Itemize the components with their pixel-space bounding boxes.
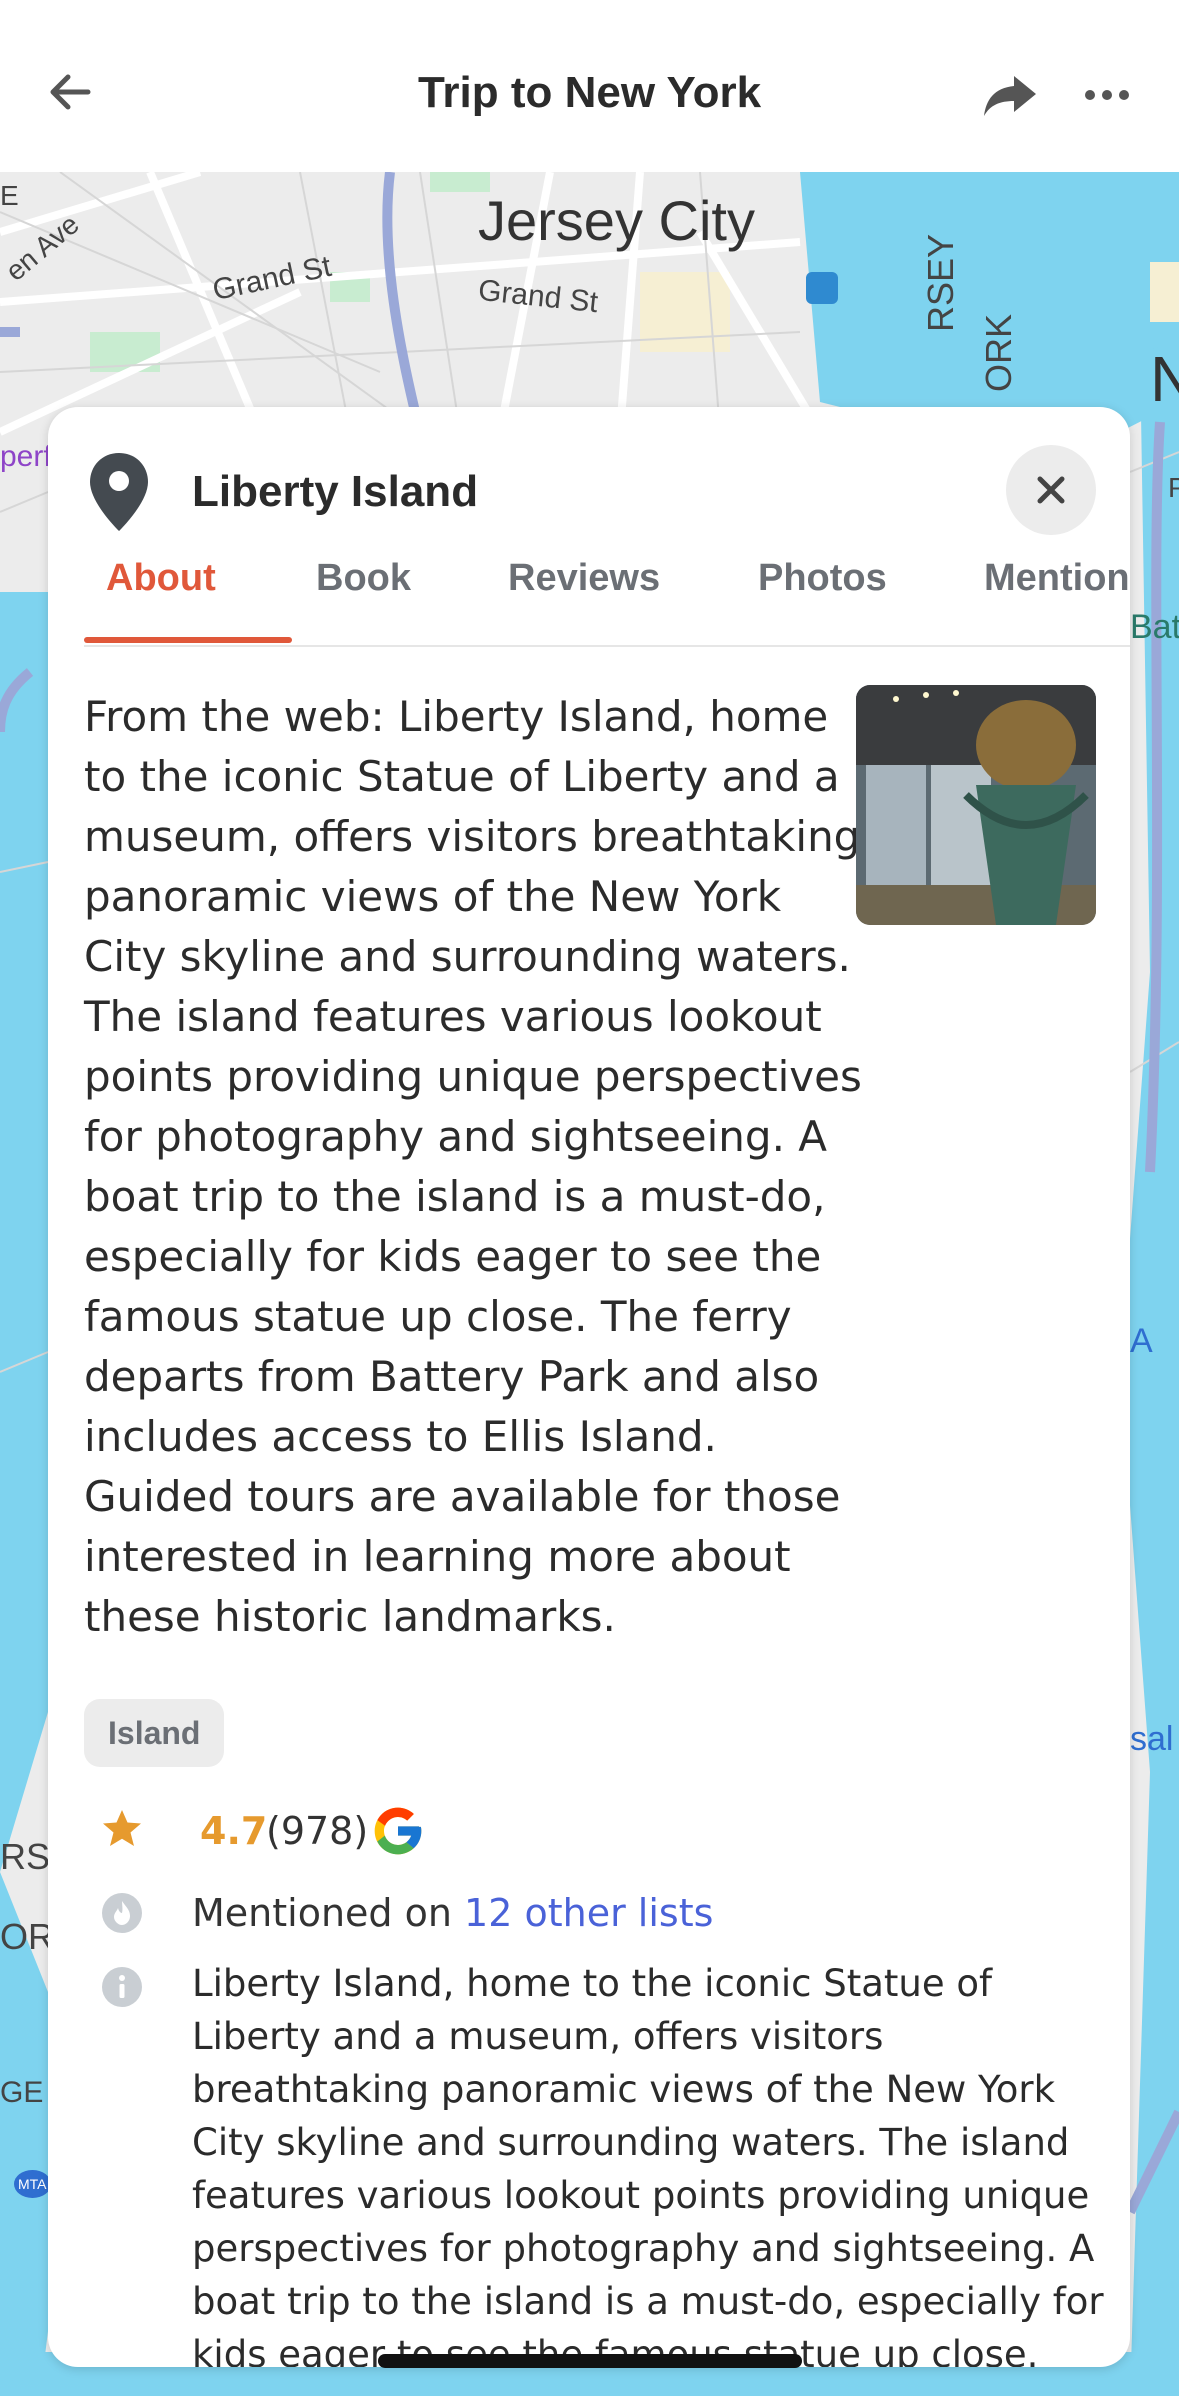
share-icon[interactable] bbox=[980, 70, 1040, 120]
map-label-fragment: Batt bbox=[1130, 608, 1179, 646]
star-icon bbox=[103, 1810, 141, 1846]
mention-row: Mentioned on 12 other lists bbox=[48, 1883, 1130, 1943]
map-label-fragment: P bbox=[1168, 472, 1179, 503]
rating-count: (978) bbox=[266, 1809, 369, 1853]
tab-reviews[interactable]: Reviews bbox=[508, 557, 660, 600]
more-horizontal-icon[interactable] bbox=[1082, 70, 1132, 120]
place-card: Liberty Island About Book Reviews Photos… bbox=[48, 407, 1130, 2367]
tab-book[interactable]: Book bbox=[316, 557, 411, 600]
map-label-fragment: RS bbox=[0, 1836, 51, 1877]
tab-mentions[interactable]: Mention bbox=[984, 557, 1130, 600]
tab-photos[interactable]: Photos bbox=[758, 557, 887, 600]
map-label-fragment: sal bbox=[1130, 1720, 1174, 1758]
home-indicator bbox=[378, 2354, 802, 2368]
map-label-fragment: perf bbox=[0, 440, 52, 473]
map-label-fragment: OR bbox=[0, 1916, 54, 1957]
other-lists-link[interactable]: 12 other lists bbox=[464, 1891, 713, 1935]
about-text: From the web: Liberty Island, home to th… bbox=[84, 692, 862, 1641]
info-icon bbox=[102, 1967, 142, 2007]
close-button[interactable] bbox=[1006, 445, 1096, 535]
map-label-fragment: RSEY bbox=[920, 233, 961, 332]
map-label-fragment: A bbox=[1130, 1322, 1153, 1360]
tab-divider bbox=[84, 645, 1130, 647]
map-label-jersey-city: Jersey City bbox=[478, 189, 755, 252]
map-label-fragment: E bbox=[0, 180, 19, 211]
active-tab-indicator bbox=[84, 637, 292, 643]
place-photo[interactable] bbox=[856, 685, 1096, 925]
category-tag: Island bbox=[84, 1699, 225, 1767]
rating-row: 4.7 (978) bbox=[48, 1803, 1130, 1863]
mention-prefix: Mentioned on bbox=[192, 1891, 465, 1935]
flame-icon bbox=[102, 1893, 142, 1933]
description-text: Liberty Island, home to the iconic Statu… bbox=[192, 1962, 1104, 2367]
map-label-fragment: GE bbox=[0, 2076, 44, 2109]
map-label-fragment: N bbox=[1150, 343, 1179, 415]
map-pin-icon bbox=[90, 453, 148, 531]
place-title: Liberty Island bbox=[192, 467, 479, 516]
mention-text: Mentioned on 12 other lists bbox=[192, 1891, 713, 1935]
statue-torch-photo bbox=[856, 685, 1096, 925]
close-icon bbox=[1037, 476, 1065, 504]
app-header: Trip to New York bbox=[0, 0, 1179, 172]
google-logo bbox=[374, 1807, 422, 1855]
rating-value: 4.7 bbox=[200, 1809, 268, 1853]
mta-icon: MTA bbox=[14, 2170, 51, 2198]
tab-bar: About Book Reviews Photos Mention bbox=[48, 557, 1130, 619]
tab-about[interactable]: About bbox=[106, 557, 216, 600]
map-label-fragment: ORK bbox=[978, 313, 1019, 392]
